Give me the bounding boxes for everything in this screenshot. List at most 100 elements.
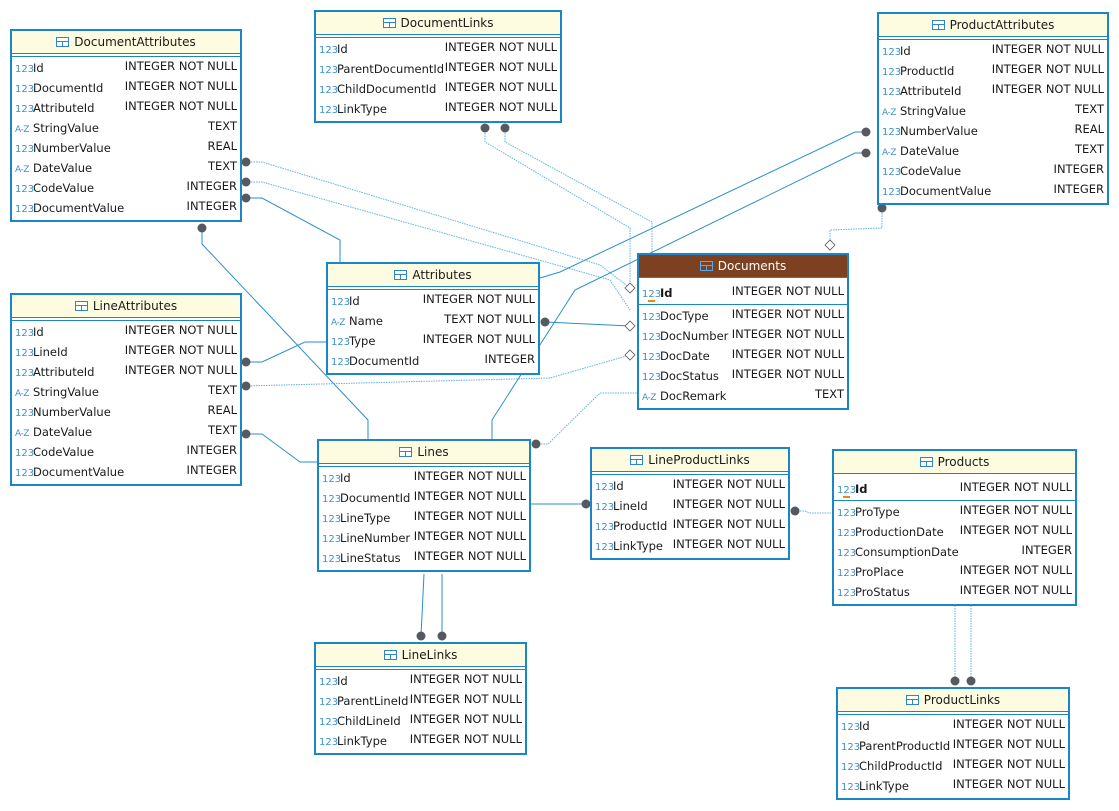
column-row[interactable]: 123LineNumber INTEGER NOT NULL [319, 528, 529, 548]
column-row[interactable]: 123LinkType INTEGER NOT NULL [838, 776, 1068, 796]
relationship-line[interactable] [795, 510, 832, 514]
relationship-line[interactable] [536, 392, 637, 445]
column-row[interactable]: A-Z DateValue TEXT [12, 158, 240, 178]
column-row[interactable]: 123DocumentValue INTEGER [12, 462, 240, 482]
column-row[interactable]: A-Z DocRemark TEXT [639, 386, 847, 406]
column-row[interactable]: 123Id INTEGER NOT NULL [879, 41, 1107, 61]
doclinks-child-line[interactable] [504, 128, 653, 254]
column-row[interactable]: 123ChildDocumentId INTEGER NOT NULL [316, 79, 560, 99]
column-row[interactable]: A-Z Name TEXT NOT NULL [328, 311, 538, 331]
column-row[interactable]: 123DocType INTEGER NOT NULL [639, 306, 847, 326]
column-row[interactable]: 123ChildProductId INTEGER NOT NULL [838, 756, 1068, 776]
column-row[interactable]: A-Z StringValue TEXT [12, 118, 240, 138]
table-lines[interactable]: Lines 123Id INTEGER NOT NULL 123DocumentId I… [317, 439, 531, 572]
column-row[interactable]: 123NumberValue REAL [879, 121, 1107, 141]
column-row[interactable]: 123ParentDocumentId INTEGER NOT NULL [316, 59, 560, 79]
table-header[interactable]: LineAttributes [12, 295, 240, 321]
numeric-type-icon: 123 [322, 534, 342, 545]
table-header[interactable]: Lines [319, 441, 529, 467]
column-type: INTEGER [1021, 543, 1072, 557]
table-header[interactable]: ProductLinks [838, 689, 1068, 715]
table-attributes[interactable]: Attributes 123Id INTEGER NOT NULL A-Z Name TE… [326, 262, 540, 375]
column-row[interactable]: 123Id INTEGER NOT NULL [12, 322, 240, 342]
column-row[interactable]: 123DocNumber INTEGER NOT NULL [639, 326, 847, 346]
primary-key-column[interactable]: 123Id INTEGER NOT NULL [834, 479, 1075, 499]
column-row[interactable]: 123LineStatus INTEGER NOT NULL [319, 548, 529, 568]
relationship-line[interactable] [829, 208, 883, 245]
relationship-line[interactable] [420, 573, 425, 637]
table-header[interactable]: Products [834, 451, 1075, 474]
column-row[interactable]: 123ConsumptionDate INTEGER [834, 542, 1075, 562]
column-name: DocumentId [349, 354, 420, 368]
column-row[interactable]: 123LinkType INTEGER NOT NULL [316, 99, 560, 119]
column-row[interactable]: 123AttributeId INTEGER NOT NULL [12, 98, 240, 118]
relationship-line[interactable] [544, 321, 631, 327]
column-row[interactable]: 123Type INTEGER NOT NULL [328, 331, 538, 351]
table-document-links[interactable]: DocumentLinks 123Id INTEGER NOT NULL 123Par… [314, 10, 562, 123]
column-row[interactable]: 123LineType INTEGER NOT NULL [319, 508, 529, 528]
column-row[interactable]: 123DocDate INTEGER NOT NULL [639, 346, 847, 366]
column-row[interactable]: 123ProStatus INTEGER NOT NULL [834, 582, 1075, 602]
column-row[interactable]: 123ChildLineId INTEGER NOT NULL [316, 711, 525, 731]
column-row[interactable]: 123CodeValue INTEGER [12, 178, 240, 198]
table-header[interactable]: ProductAttributes [879, 14, 1107, 40]
table-header[interactable]: DocumentLinks [316, 12, 560, 38]
table-header[interactable]: Attributes [328, 264, 538, 290]
column-row[interactable]: 123ProductId INTEGER NOT NULL [879, 61, 1107, 81]
column-row[interactable]: 123LineId INTEGER NOT NULL [592, 496, 788, 516]
column-row[interactable]: 123AttributeId INTEGER NOT NULL [879, 81, 1107, 101]
primary-key-column[interactable]: 123Id INTEGER NOT NULL [639, 283, 847, 303]
table-header[interactable]: LineLinks [316, 644, 525, 670]
column-row[interactable]: 123Id INTEGER NOT NULL [12, 58, 240, 78]
column-type: INTEGER NOT NULL [124, 323, 237, 337]
relationship-line[interactable] [246, 433, 317, 463]
column-row[interactable]: 123DocumentId INTEGER [328, 351, 538, 371]
column-row[interactable]: 123NumberValue REAL [12, 402, 240, 422]
column-row[interactable]: 123Id INTEGER NOT NULL [328, 291, 538, 311]
table-product-attributes[interactable]: ProductAttributes 123Id INTEGER NOT NULL 12… [877, 12, 1109, 205]
column-row[interactable]: 123LinkType INTEGER NOT NULL [316, 731, 525, 751]
table-line-attributes[interactable]: LineAttributes 123Id INTEGER NOT NULL 123Li… [10, 293, 242, 486]
column-row[interactable]: 123ProType INTEGER NOT NULL [834, 502, 1075, 522]
column-row[interactable]: A-Z StringValue TEXT [12, 382, 240, 402]
column-name: NumberValue [33, 405, 111, 419]
column-row[interactable]: 123Id INTEGER NOT NULL [316, 39, 560, 59]
text-type-icon: A-Z [331, 318, 345, 328]
column-row[interactable]: 123ProductionDate INTEGER NOT NULL [834, 522, 1075, 542]
table-header[interactable]: Documents [639, 255, 847, 278]
table-line-product-links[interactable]: LineProductLinks 123Id INTEGER NOT NULL 123… [590, 447, 790, 560]
column-row[interactable]: 123ProductId INTEGER NOT NULL [592, 516, 788, 536]
column-row[interactable]: 123NumberValue REAL [12, 138, 240, 158]
column-row[interactable]: 123DocumentValue INTEGER [12, 198, 240, 218]
column-row[interactable]: 123Id INTEGER NOT NULL [838, 716, 1068, 736]
relationship-line[interactable] [246, 197, 341, 262]
column-row[interactable]: 123ProPlace INTEGER NOT NULL [834, 562, 1075, 582]
column-row[interactable]: 123ParentLineId INTEGER NOT NULL [316, 691, 525, 711]
table-product-links[interactable]: ProductLinks 123Id INTEGER NOT NULL 123Pare… [836, 687, 1070, 800]
column-row[interactable]: A-Z DateValue TEXT [879, 141, 1107, 161]
relationship-line[interactable] [246, 341, 326, 363]
column-row[interactable]: A-Z DateValue TEXT [12, 422, 240, 442]
column-row[interactable]: 123LinkType INTEGER NOT NULL [592, 536, 788, 556]
column-row[interactable]: 123Id INTEGER NOT NULL [592, 476, 788, 496]
column-row[interactable]: 123AttributeId INTEGER NOT NULL [12, 362, 240, 382]
column-row[interactable]: 123DocumentId INTEGER NOT NULL [319, 488, 529, 508]
column-row[interactable]: 123LineId INTEGER NOT NULL [12, 342, 240, 362]
column-row[interactable]: 123ParentProductId INTEGER NOT NULL [838, 736, 1068, 756]
column-row[interactable]: 123DocumentId INTEGER NOT NULL [12, 78, 240, 98]
column-row[interactable]: A-Z StringValue TEXT [879, 101, 1107, 121]
column-row[interactable]: 123DocumentValue INTEGER [879, 181, 1107, 201]
column-type: INTEGER NOT NULL [124, 343, 237, 357]
column-row[interactable]: 123DocStatus INTEGER NOT NULL [639, 366, 847, 386]
table-line-links[interactable]: LineLinks 123Id INTEGER NOT NULL 123ParentL… [314, 642, 527, 755]
column-row[interactable]: 123Id INTEGER NOT NULL [316, 671, 525, 691]
column-row[interactable]: 123Id INTEGER NOT NULL [319, 468, 529, 488]
table-document-attributes[interactable]: DocumentAttributes 123Id INTEGER NOT NULL 1… [10, 29, 242, 222]
table-products[interactable]: Products 123Id INTEGER NOT NULL 123ProType I… [832, 449, 1077, 606]
numeric-type-icon: 123 [882, 47, 902, 58]
column-row[interactable]: 123CodeValue INTEGER [12, 442, 240, 462]
table-documents[interactable]: Documents 123Id INTEGER NOT NULL 123DocType… [637, 253, 849, 410]
column-row[interactable]: 123CodeValue INTEGER [879, 161, 1107, 181]
table-header[interactable]: LineProductLinks [592, 449, 788, 475]
table-header[interactable]: DocumentAttributes [12, 31, 240, 57]
